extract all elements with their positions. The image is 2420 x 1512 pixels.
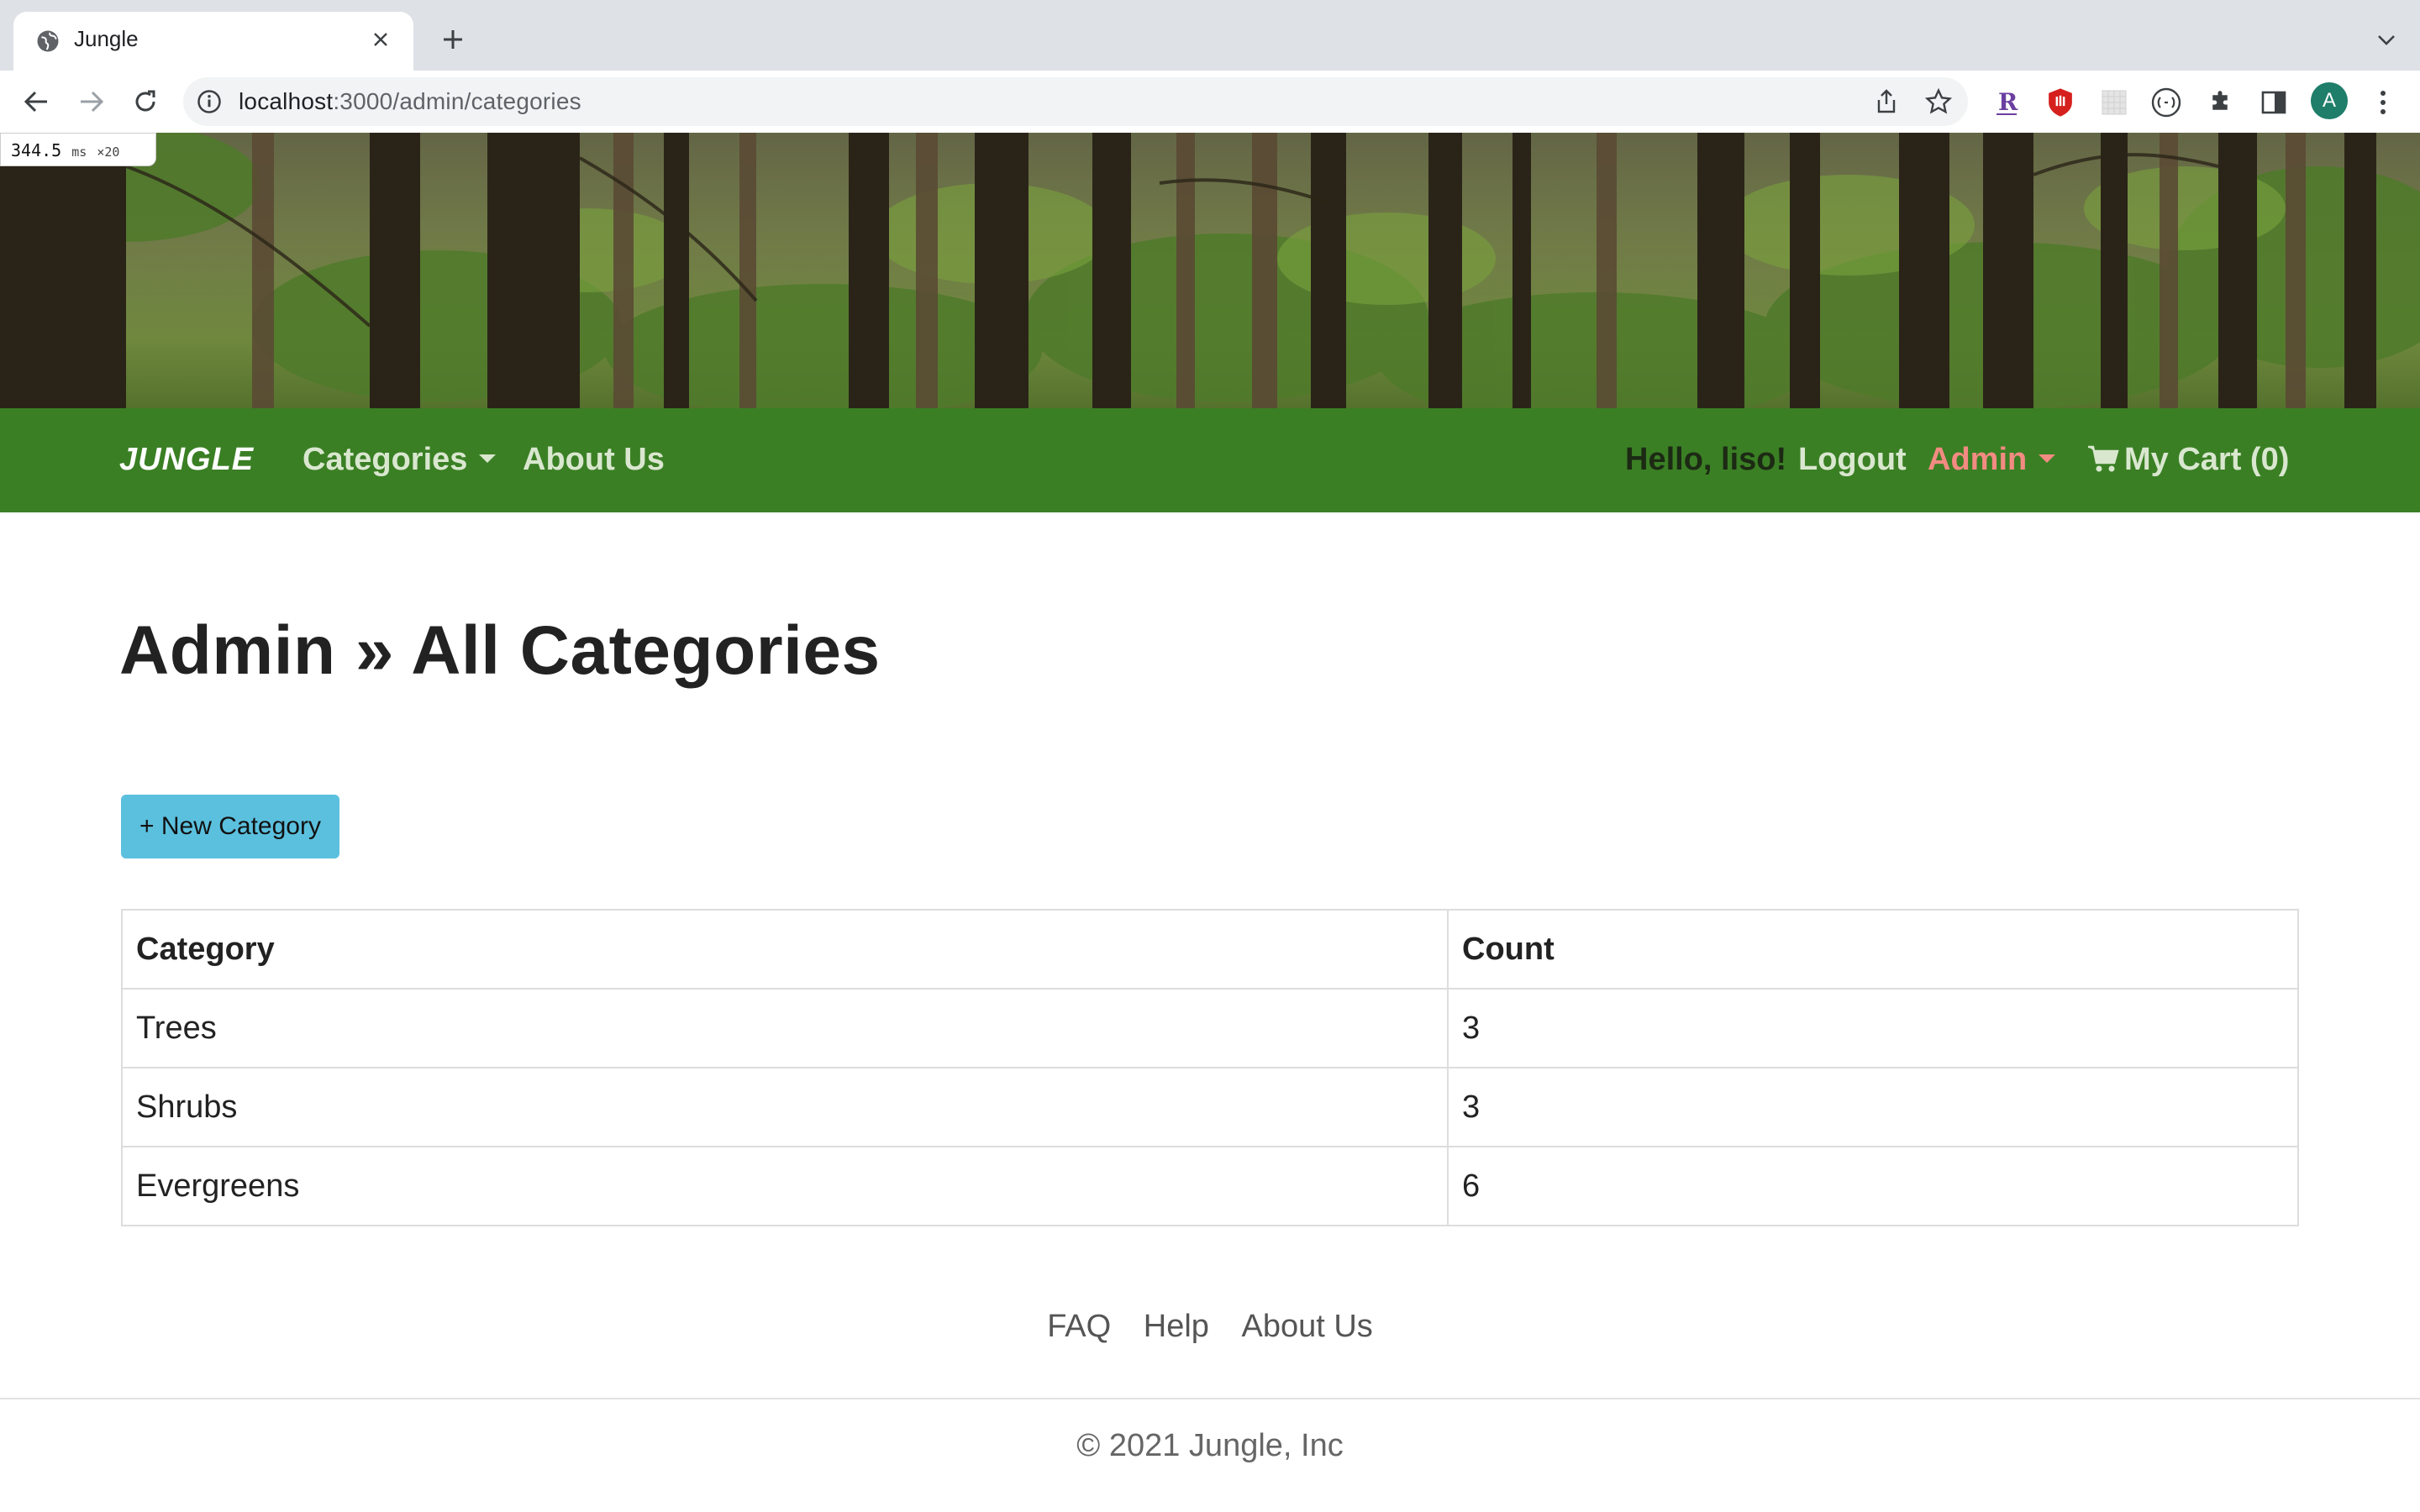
table-row: Shrubs 3 — [121, 1067, 2299, 1147]
nav-about-us[interactable]: About Us — [523, 442, 665, 478]
category-count-cell: 3 — [1447, 1067, 2299, 1147]
category-count-cell: 3 — [1447, 988, 2299, 1068]
extension-circle-icon[interactable] — [2149, 86, 2183, 119]
nav-categories-dropdown[interactable]: Categories — [302, 442, 497, 478]
table-row: Trees 3 — [121, 988, 2299, 1068]
bookmark-star-icon[interactable] — [1924, 87, 1953, 116]
svg-text:R: R — [1998, 88, 2018, 116]
footer-links: FAQ Help About Us — [0, 1309, 2420, 1345]
browser-tab[interactable]: Jungle — [13, 12, 413, 71]
forest-image — [0, 133, 2420, 408]
browser-toolbar: localhost:3000/admin/categories R A — [0, 71, 2420, 133]
column-header-count: Count — [1447, 909, 2299, 990]
forward-arrow-icon[interactable] — [74, 84, 109, 119]
greeting-text: Hello, liso! — [1625, 442, 1787, 477]
copyright-text: © 2021 Jungle, Inc — [1076, 1428, 1344, 1463]
close-tab-icon[interactable] — [365, 24, 397, 55]
categories-table: Category Count Trees 3 Shrubs 3 Evergree… — [121, 909, 2299, 1226]
kebab-menu-icon[interactable] — [2366, 86, 2400, 119]
table-row: Evergreens 6 — [121, 1146, 2299, 1226]
category-name-cell: Trees — [121, 988, 1449, 1068]
globe-icon — [37, 30, 59, 52]
url-text[interactable]: localhost:3000/admin/categories — [239, 88, 581, 115]
table-header-row: Category Count — [121, 909, 2299, 990]
side-panel-icon[interactable] — [2257, 86, 2291, 119]
new-category-button[interactable]: + New Category — [121, 795, 339, 858]
category-name-cell: Evergreens — [121, 1146, 1449, 1226]
tab-title: Jungle — [74, 26, 139, 51]
footer-link-help[interactable]: Help — [1144, 1309, 1209, 1344]
back-arrow-icon[interactable] — [18, 84, 54, 119]
profile-avatar[interactable]: A — [2311, 82, 2348, 119]
hero-forest-banner — [0, 133, 2420, 408]
caret-down-icon — [479, 454, 497, 463]
address-bar[interactable]: localhost:3000/admin/categories — [183, 77, 1968, 126]
reload-icon[interactable] — [128, 84, 163, 119]
render-time-badge: 344.5 ms ×20 — [0, 133, 156, 166]
extension-r-icon[interactable]: R — [1990, 86, 2023, 119]
footer-divider — [0, 1398, 2420, 1399]
extension-grid-icon[interactable] — [2097, 86, 2131, 119]
category-count-cell: 6 — [1447, 1146, 2299, 1226]
footer-link-faq[interactable]: FAQ — [1047, 1309, 1111, 1344]
info-icon[interactable] — [197, 89, 222, 114]
chevron-down-icon[interactable] — [2371, 25, 2402, 55]
nav-logout[interactable]: Logout — [1798, 442, 1907, 478]
column-header-category: Category — [121, 909, 1449, 990]
footer-link-about-us[interactable]: About Us — [1242, 1309, 1373, 1344]
new-tab-icon[interactable] — [437, 24, 469, 55]
nav-my-cart[interactable]: My Cart (0) — [2087, 442, 2289, 478]
browser-tabstrip: Jungle — [0, 0, 2420, 71]
nav-admin-dropdown[interactable]: Admin — [1928, 442, 2056, 478]
page-title: Admin » All Categories — [119, 612, 881, 689]
share-icon[interactable] — [1872, 87, 1901, 116]
ublock-shield-icon[interactable] — [2044, 86, 2077, 119]
shopping-cart-icon — [2088, 445, 2119, 472]
puzzle-extensions-icon[interactable] — [2203, 86, 2237, 119]
caret-down-icon — [2039, 454, 2056, 463]
main-navbar: JUNGLE Categories About Us Hello, liso! … — [0, 408, 2420, 512]
brand-logo[interactable]: JUNGLE — [119, 442, 254, 478]
category-name-cell: Shrubs — [121, 1067, 1449, 1147]
